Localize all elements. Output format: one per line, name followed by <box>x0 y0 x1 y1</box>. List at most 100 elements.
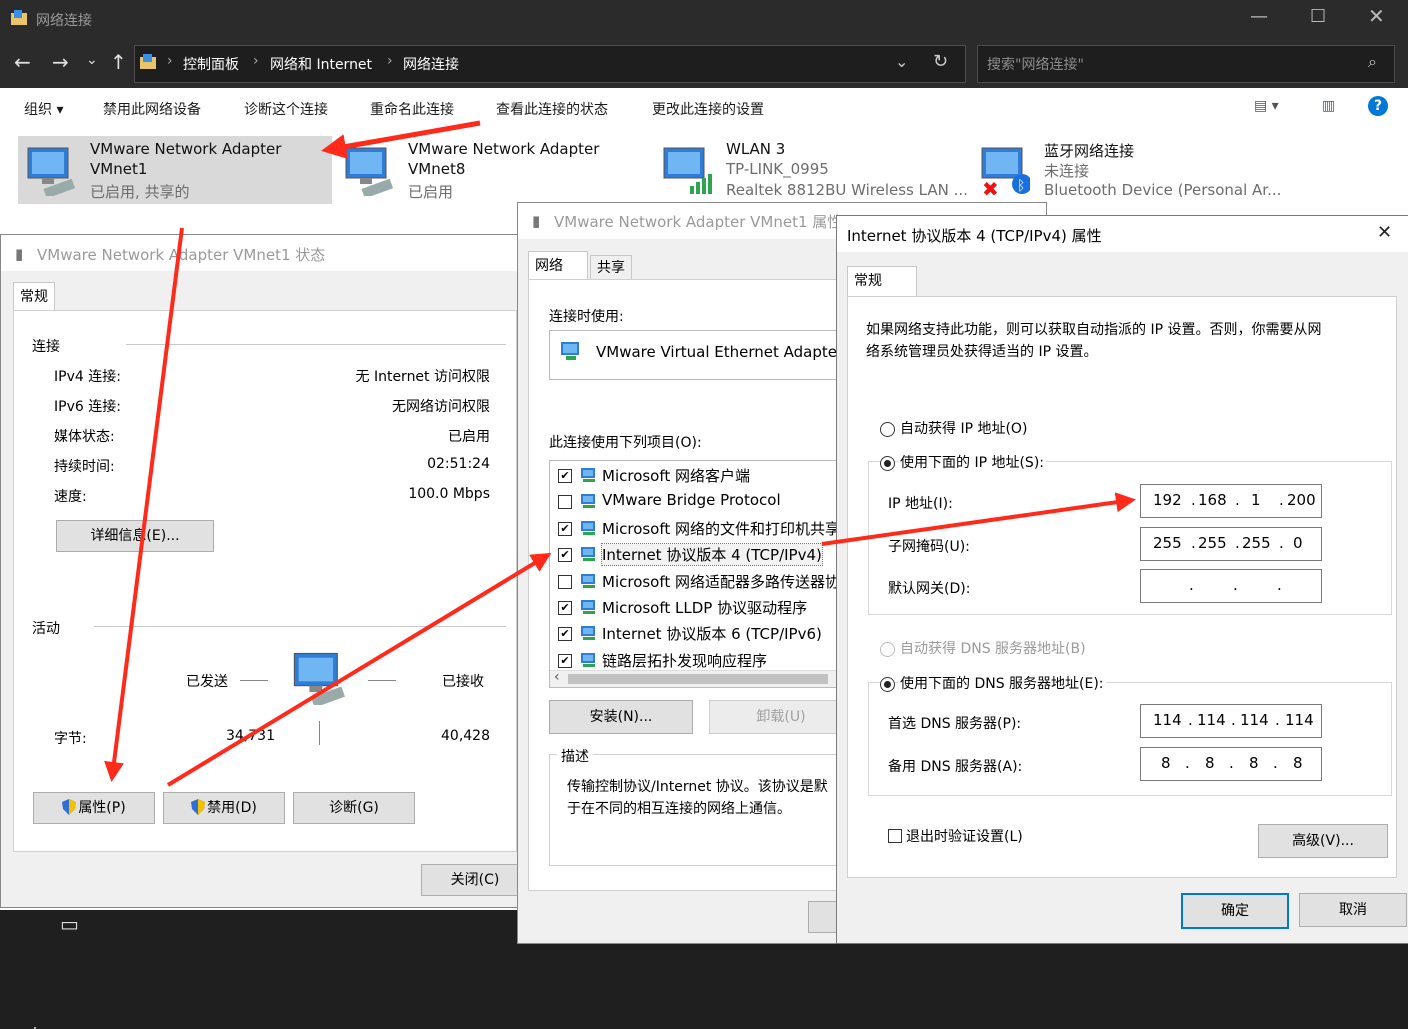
adapter-title-icon: ▮ <box>15 245 24 263</box>
component-checkbox[interactable]: ✔ <box>558 601 572 615</box>
adapter-vmnet8[interactable]: VMware Network Adapter VMnet8 已启用 <box>336 136 636 204</box>
activity-computer-icon <box>293 652 345 705</box>
description-line-1: 传输控制协议/Internet 协议。该协议是默 <box>567 779 828 795</box>
network-component-icon <box>581 494 595 509</box>
disable-button[interactable]: 禁用(D) <box>163 792 285 824</box>
address-bar[interactable]: › 控制面板 › 网络和 Internet › 网络连接 ⌄ ↻ <box>134 45 966 83</box>
details-button[interactable]: 详细信息(E)... <box>56 520 214 552</box>
install-button[interactable]: 安装(N)... <box>549 700 693 734</box>
alternate-dns-field[interactable]: 8.8.8.8 <box>1140 747 1322 781</box>
description-line-2: 于在不同的相互连接的网络上通信。 <box>567 801 791 817</box>
close-icon[interactable]: ✕ <box>1377 222 1392 243</box>
subnet-mask-field[interactable]: 255. 255. 255. 0 <box>1140 527 1322 561</box>
status-panel: 连接 IPv4 连接: 无 Internet 访问权限 IPv6 连接: 无网络… <box>13 310 517 1029</box>
properties-button[interactable]: 属性(P) <box>33 792 155 824</box>
network-component-icon <box>581 520 595 535</box>
preferred-dns-field[interactable]: 114. 114. 114. 114 <box>1140 704 1322 738</box>
ipv4-dialog-titlebar: Internet 协议版本 4 (TCP/IPv4) 属性 ✕ <box>837 216 1408 252</box>
tab-general[interactable]: 常规 <box>847 266 917 297</box>
window-title: 网络连接 <box>36 13 92 29</box>
command-bar: 组织 ▾ 禁用此网络设备 诊断这个连接 重命名此连接 查看此连接的状态 更改此连… <box>0 88 1408 128</box>
network-adapter-icon <box>345 147 394 196</box>
adapter-wlan3[interactable]: WLAN 3 TP-LINK_0995 Realtek 8812BU Wirel… <box>654 136 968 204</box>
tab-general[interactable]: 常规 <box>13 282 55 311</box>
minimize-icon[interactable]: — <box>1250 6 1268 27</box>
component-checkbox[interactable]: ✔ <box>558 469 572 483</box>
network-component-icon <box>581 626 595 641</box>
component-checkbox[interactable]: ✔ <box>558 653 572 668</box>
wifi-adapter-icon <box>663 147 712 194</box>
cancel-button[interactable]: 取消 <box>1299 893 1407 927</box>
diagnose-button[interactable]: 诊断(G) <box>293 792 415 824</box>
adapter-vmnet1[interactable]: VMware Network Adapter VMnet1 已启用, 共享的 <box>18 136 332 204</box>
uninstall-button[interactable]: 卸载(U) <box>709 700 853 734</box>
organize-menu[interactable]: 组织 ▾ <box>24 99 63 119</box>
activity-header: 活动 <box>32 621 60 637</box>
search-input[interactable]: 搜索"网络连接" ⌕ <box>977 45 1395 83</box>
diagnose-connection-button[interactable]: 诊断这个连接 <box>244 99 328 119</box>
network-component-icon <box>581 573 595 588</box>
component-label: 链路层拓扑发现响应程序 <box>602 651 768 670</box>
address-dropdown-icon[interactable]: ⌄ <box>895 52 908 71</box>
help-icon[interactable]: ? <box>1368 96 1388 116</box>
breadcrumb-network-internet[interactable]: 网络和 Internet <box>270 54 372 74</box>
tab-sharing[interactable]: 共享 <box>590 255 632 280</box>
ipv4-panel: 如果网络支持此功能，则可以获取自动指派的 IP 设置。否则，你需要从网 络系统管… <box>847 296 1397 878</box>
tab-network[interactable]: 网络 <box>528 251 588 280</box>
component-checkbox[interactable]: ✔ <box>558 548 572 563</box>
component-label: Microsoft 网络适配器多路传送器协议 <box>602 572 856 591</box>
component-label: VMware Bridge Protocol <box>602 491 781 510</box>
network-adapter-icon <box>27 147 76 196</box>
title-bar: 网络连接 — ☐ ✕ <box>0 0 1408 38</box>
adapter-title-icon: ▮ <box>532 212 541 230</box>
network-component-icon <box>581 600 595 614</box>
validate-checkbox[interactable] <box>888 829 902 843</box>
refresh-icon[interactable]: ↻ <box>933 51 948 72</box>
breadcrumb-network-connections[interactable]: 网络连接 <box>403 54 459 74</box>
change-settings-button[interactable]: 更改此连接的设置 <box>652 99 764 119</box>
adapter-bluetooth[interactable]: ✖ ᛒ 蓝牙网络连接 未连接 Bluetooth Device (Personal… <box>972 136 1292 204</box>
component-label: Microsoft LLDP 协议驱动程序 <box>602 599 808 617</box>
manual-dns-radio[interactable] <box>880 677 895 692</box>
rename-connection-button[interactable]: 重命名此连接 <box>370 99 454 119</box>
control-panel-icon <box>140 54 156 69</box>
auto-dns-radio[interactable] <box>880 642 895 657</box>
auto-ip-radio[interactable] <box>880 422 895 437</box>
status-dialog-titlebar: ▮ VMware Network Adapter VMnet1 状态 <box>1 235 525 271</box>
uac-shield-icon <box>62 799 77 815</box>
scroll-left-icon[interactable]: ‹ <box>554 669 560 685</box>
maximize-icon[interactable]: ☐ <box>1310 6 1326 27</box>
manual-ip-radio[interactable] <box>880 456 895 471</box>
uac-shield-icon <box>191 799 206 815</box>
component-checkbox[interactable]: ✔ <box>558 627 572 642</box>
component-checkbox[interactable]: ✔ <box>558 521 572 536</box>
advanced-button[interactable]: 高级(V)... <box>1258 824 1388 858</box>
close-button[interactable]: 关闭(C) <box>421 864 529 896</box>
connection-header: 连接 <box>32 339 60 355</box>
preview-pane-icon[interactable]: ▥ <box>1322 98 1335 114</box>
bytes-sent: 34,731 <box>226 728 275 744</box>
ok-button[interactable]: 确定 <box>1181 893 1289 929</box>
network-component-icon <box>581 652 595 667</box>
close-icon[interactable]: ✕ <box>1368 4 1385 28</box>
component-checkbox[interactable] <box>558 495 572 510</box>
component-checkbox[interactable] <box>558 574 572 589</box>
ip-address-field[interactable]: 192. 168. 1. 200 <box>1140 484 1322 518</box>
disable-device-button[interactable]: 禁用此网络设备 <box>103 99 201 119</box>
network-component-icon <box>581 547 595 562</box>
up-icon[interactable]: ↑ <box>110 50 127 74</box>
view-options-icon[interactable]: ▤ ▾ <box>1254 98 1279 114</box>
bytes-received: 40,428 <box>441 728 490 744</box>
component-label: Internet 协议版本 6 (TCP/IPv6) <box>602 625 822 644</box>
recent-dropdown-icon[interactable]: ⌄ <box>86 52 98 68</box>
network-folder-icon <box>11 10 27 25</box>
svg-text:ᛒ: ᛒ <box>1017 178 1025 194</box>
component-label: Microsoft 网络客户端 <box>602 467 751 485</box>
status-dialog: ▮ VMware Network Adapter VMnet1 状态 常规 连接… <box>0 234 529 1029</box>
forward-icon[interactable]: → <box>52 50 69 74</box>
breadcrumb-control-panel[interactable]: 控制面板 <box>183 54 239 74</box>
back-icon[interactable]: ← <box>14 50 31 74</box>
view-status-button[interactable]: 查看此连接的状态 <box>496 99 608 119</box>
default-gateway-field[interactable]: ... <box>1140 569 1322 603</box>
taskbar-app-icon[interactable]: ▭ <box>60 912 79 936</box>
